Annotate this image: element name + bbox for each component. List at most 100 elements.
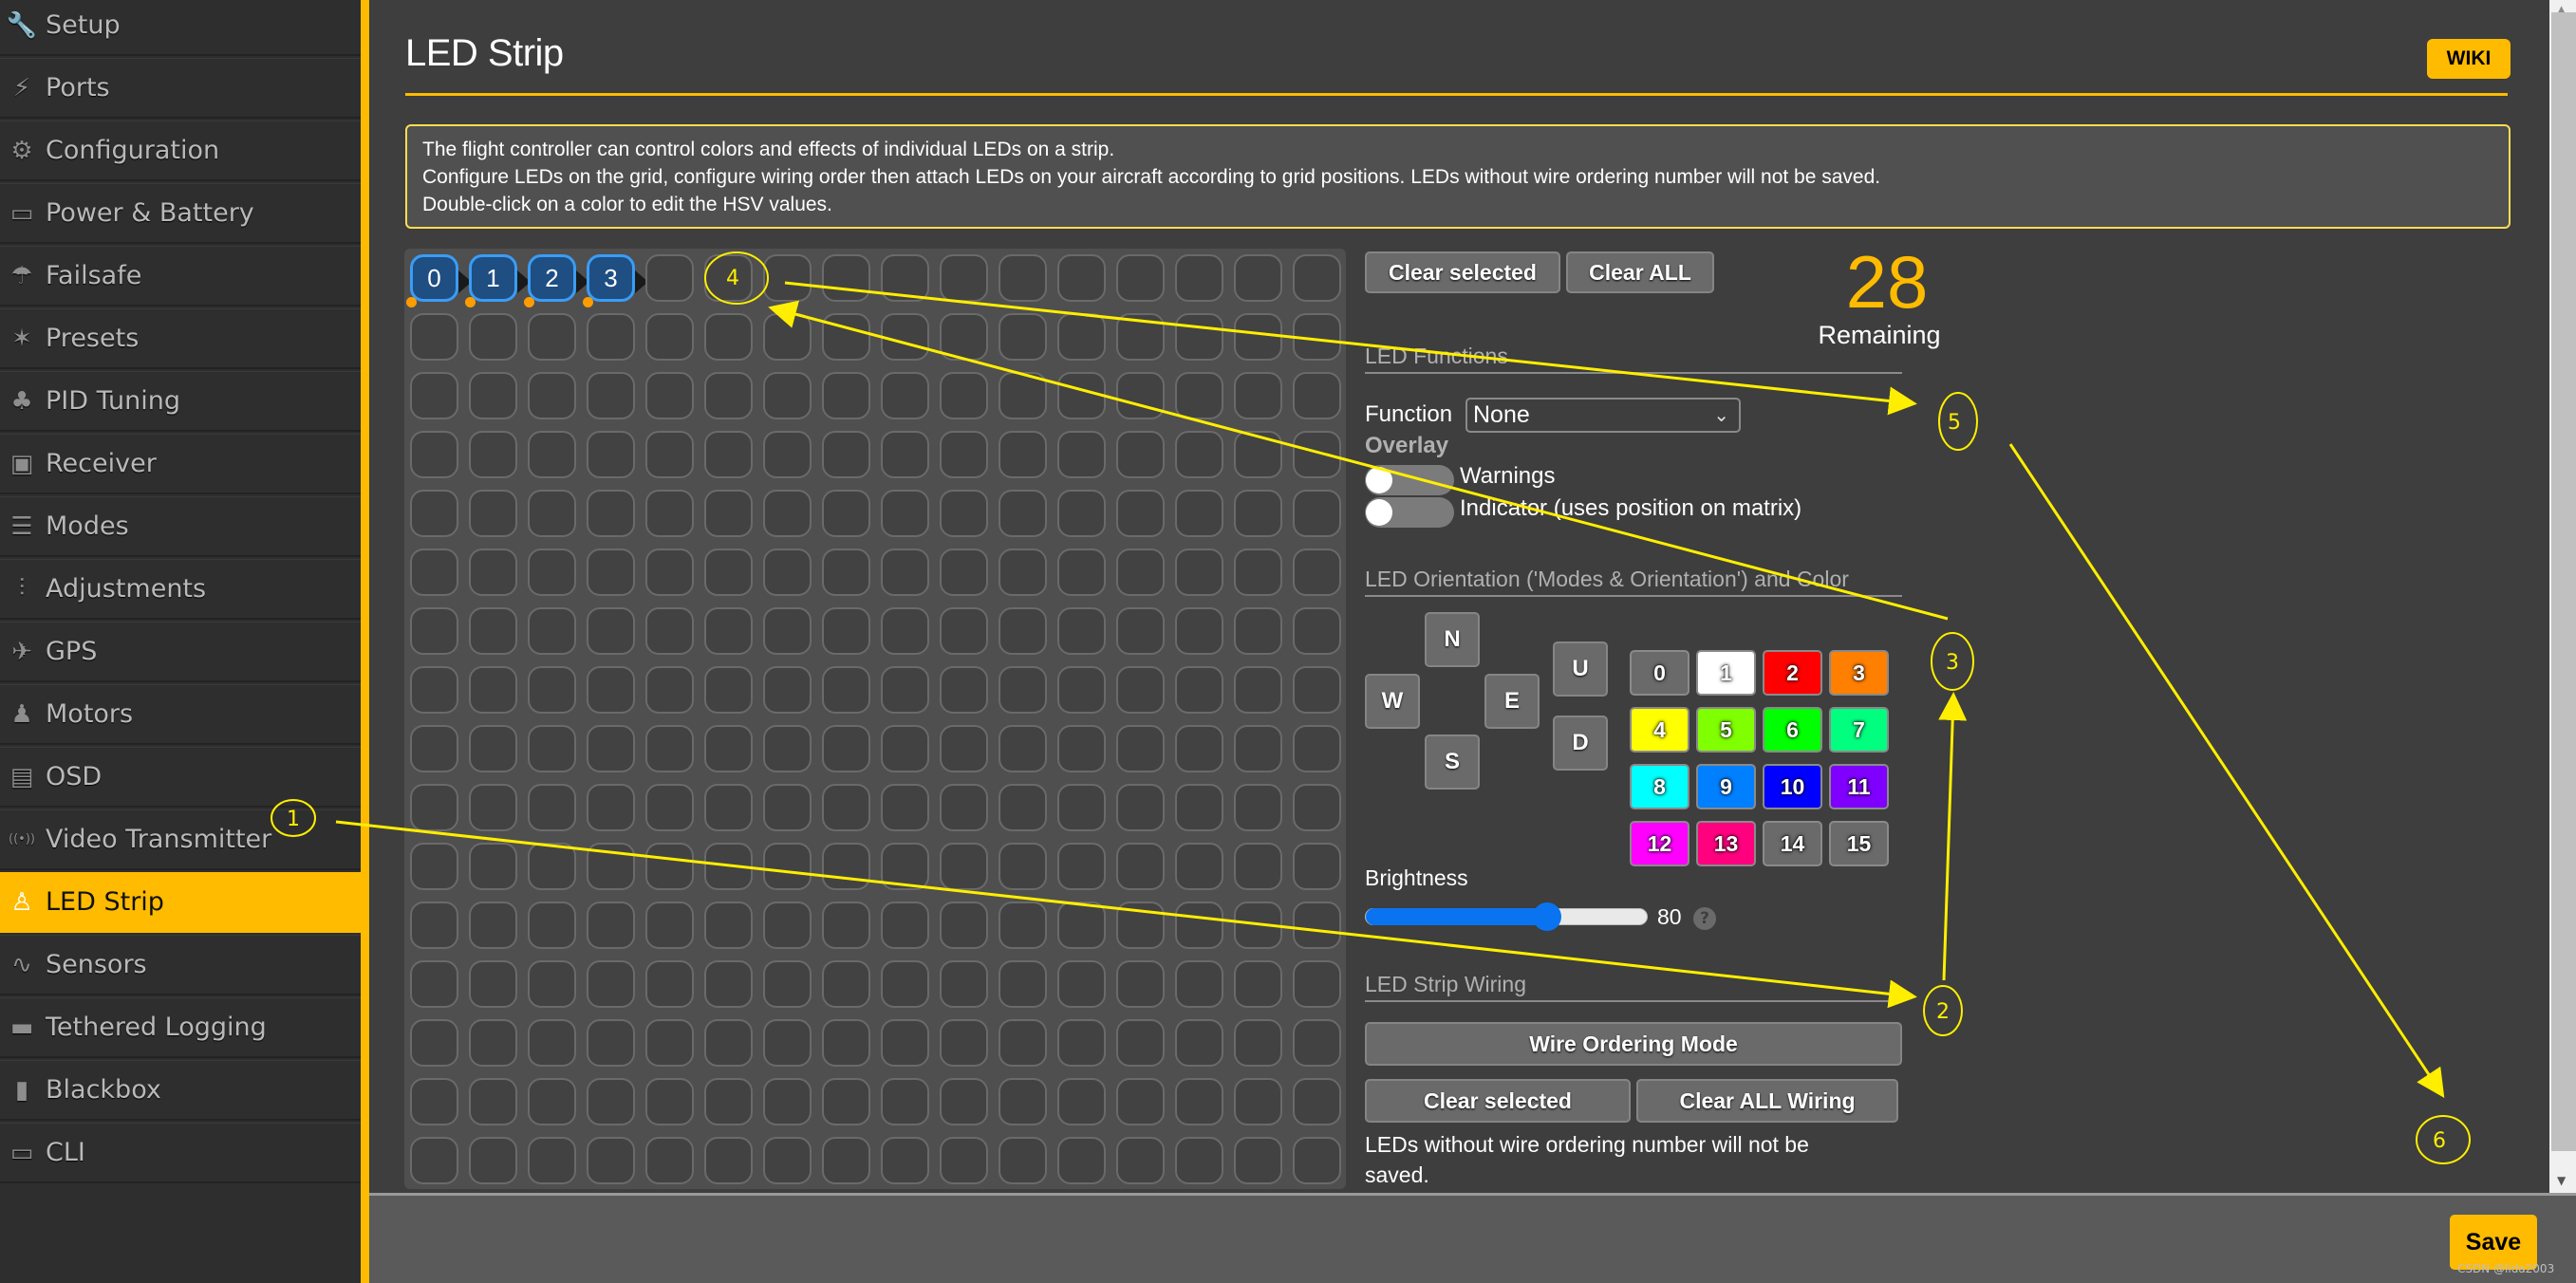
led-cell[interactable] (410, 313, 458, 361)
warnings-toggle[interactable] (1365, 465, 1454, 495)
led-cell[interactable] (645, 902, 694, 949)
led-cell[interactable] (822, 843, 870, 890)
led-cell[interactable] (999, 607, 1047, 655)
led-cell[interactable] (940, 902, 988, 949)
led-cell[interactable] (763, 1078, 812, 1125)
led-cell[interactable] (999, 666, 1047, 714)
led-cell[interactable] (822, 1137, 870, 1184)
led-cell[interactable] (528, 843, 576, 890)
led-cell[interactable] (587, 607, 635, 655)
color-swatch-11[interactable]: 11 (1829, 764, 1889, 809)
led-cell[interactable] (645, 843, 694, 890)
led-cell[interactable] (1175, 666, 1223, 714)
indicator-toggle[interactable] (1365, 497, 1454, 528)
led-cell[interactable] (587, 725, 635, 772)
led-cell[interactable] (881, 902, 929, 949)
direction-north-button[interactable]: N (1425, 612, 1480, 667)
led-cell[interactable] (940, 784, 988, 831)
color-swatch-1[interactable]: 1 (1696, 650, 1756, 696)
sidebar-item-ports[interactable]: ⚡ Ports (0, 58, 361, 119)
led-cell[interactable] (822, 1078, 870, 1125)
sidebar-item-receiver[interactable]: ▣ Receiver (0, 434, 361, 494)
led-cell[interactable] (587, 784, 635, 831)
led-cell[interactable] (1116, 372, 1165, 419)
led-cell[interactable] (763, 725, 812, 772)
led-cell[interactable] (528, 490, 576, 537)
led-cell[interactable] (528, 372, 576, 419)
led-cell[interactable] (528, 666, 576, 714)
led-cell[interactable] (1234, 372, 1282, 419)
led-cell[interactable] (645, 313, 694, 361)
led-cell[interactable] (1116, 254, 1165, 302)
led-cell[interactable] (1116, 843, 1165, 890)
led-cell[interactable] (469, 960, 517, 1008)
led-cell[interactable] (940, 725, 988, 772)
led-cell[interactable] (1293, 960, 1341, 1008)
color-swatch-10[interactable]: 10 (1763, 764, 1822, 809)
led-cell[interactable] (1057, 1078, 1106, 1125)
led-cell[interactable] (763, 902, 812, 949)
sidebar-item-configuration[interactable]: ⚙ Configuration (0, 121, 361, 181)
led-cell[interactable] (822, 784, 870, 831)
led-cell[interactable] (1057, 549, 1106, 596)
led-cell[interactable] (1175, 313, 1223, 361)
led-cell[interactable] (1293, 372, 1341, 419)
led-cell[interactable] (469, 549, 517, 596)
led-cell[interactable] (528, 1019, 576, 1067)
led-cell[interactable] (1057, 254, 1106, 302)
led-cell[interactable] (763, 1019, 812, 1067)
led-cell[interactable] (704, 313, 753, 361)
color-swatch-9[interactable]: 9 (1696, 764, 1756, 809)
led-cell[interactable] (1234, 960, 1282, 1008)
led-cell[interactable] (822, 960, 870, 1008)
led-cell[interactable] (1175, 254, 1223, 302)
led-cell[interactable] (704, 960, 753, 1008)
led-cell[interactable] (469, 843, 517, 890)
led-cell[interactable] (469, 1019, 517, 1067)
led-cell[interactable] (940, 960, 988, 1008)
led-cell[interactable] (822, 490, 870, 537)
scrollbar-thumb[interactable] (2551, 12, 2576, 1151)
led-cell[interactable] (881, 254, 929, 302)
led-cell[interactable] (1116, 784, 1165, 831)
led-cell[interactable] (999, 725, 1047, 772)
clear-all-button[interactable]: Clear ALL (1566, 251, 1714, 293)
led-cell[interactable] (940, 549, 988, 596)
led-cell[interactable] (645, 725, 694, 772)
led-cell[interactable] (469, 784, 517, 831)
led-cell[interactable] (1116, 666, 1165, 714)
sidebar-item-blackbox[interactable]: ▮ Blackbox (0, 1060, 361, 1121)
led-cell[interactable] (999, 1137, 1047, 1184)
led-cell[interactable] (1057, 902, 1106, 949)
sidebar-item-adjustments[interactable]: ⫶ Adjustments (0, 559, 361, 620)
led-cell[interactable] (1234, 666, 1282, 714)
clear-selected-button[interactable]: Clear selected (1365, 251, 1560, 293)
led-cell[interactable] (763, 666, 812, 714)
vertical-scrollbar[interactable]: ▲ ▼ (2549, 0, 2576, 1193)
led-cell[interactable] (763, 254, 812, 302)
clear-all-wiring-button[interactable]: Clear ALL Wiring (1636, 1079, 1898, 1123)
led-cell-wired[interactable]: 3 (583, 254, 648, 307)
led-cell[interactable] (704, 1137, 753, 1184)
led-cell-wired[interactable]: 2 (524, 254, 589, 307)
led-cell[interactable] (763, 784, 812, 831)
led-cell[interactable] (999, 490, 1047, 537)
led-cell[interactable] (999, 1019, 1047, 1067)
led-cell[interactable] (1116, 607, 1165, 655)
led-cell[interactable] (1116, 960, 1165, 1008)
led-cell[interactable] (704, 1019, 753, 1067)
led-cell[interactable] (469, 902, 517, 949)
led-cell[interactable] (1234, 843, 1282, 890)
led-cell[interactable] (1234, 490, 1282, 537)
color-swatch-13[interactable]: 13 (1696, 821, 1756, 866)
led-cell[interactable] (999, 549, 1047, 596)
sidebar-item-setup[interactable]: 🔧 Setup (0, 0, 361, 56)
led-cell[interactable] (1057, 490, 1106, 537)
led-cell[interactable] (1293, 549, 1341, 596)
color-swatch-3[interactable]: 3 (1829, 650, 1889, 696)
led-cell[interactable] (587, 960, 635, 1008)
led-cell[interactable] (410, 666, 458, 714)
led-cell[interactable] (763, 843, 812, 890)
sidebar-item-power-battery[interactable]: ▭ Power & Battery (0, 183, 361, 244)
led-cell[interactable] (1293, 431, 1341, 478)
